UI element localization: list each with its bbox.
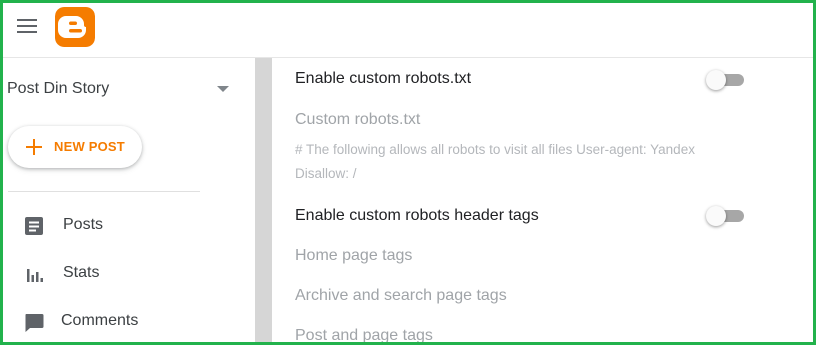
blog-selector[interactable]: Post Din Story (7, 78, 233, 104)
toggle-knob (706, 206, 726, 226)
sidebar-item-label: Stats (63, 264, 100, 281)
sidebar: Post Din Story NEW POST Posts Stats Comm… (3, 58, 255, 342)
top-bar (3, 3, 813, 58)
sidebar-item-comments[interactable]: Comments (3, 301, 253, 341)
new-post-button[interactable]: NEW POST (8, 126, 142, 168)
dropdown-caret-icon (217, 86, 229, 92)
sidebar-item-stats[interactable]: Stats (3, 253, 253, 293)
custom-robots-value-line: # The following allows all robots to vis… (295, 142, 695, 157)
blog-name: Post Din Story (7, 80, 110, 97)
sidebar-item-label: Comments (61, 312, 139, 329)
robots-header-toggle[interactable] (706, 205, 744, 226)
sidebar-scrollbar[interactable] (255, 58, 272, 342)
custom-robots-toggle[interactable] (706, 69, 744, 90)
stats-icon (27, 269, 43, 282)
custom-robots-value-line: Disallow: / (295, 166, 357, 181)
plus-icon (26, 139, 42, 155)
toggle-knob (706, 70, 726, 90)
sidebar-item-posts[interactable]: Posts (3, 205, 253, 245)
archive-search-page-tags[interactable]: Archive and search page tags (295, 287, 507, 305)
home-page-tags[interactable]: Home page tags (295, 247, 412, 265)
posts-icon (25, 217, 43, 235)
sidebar-divider (8, 191, 200, 192)
blogger-logo-icon[interactable] (55, 7, 95, 47)
sidebar-item-label: Posts (63, 216, 104, 233)
post-page-tags[interactable]: Post and page tags (295, 327, 433, 342)
settings-panel: Enable custom robots.txt Custom robots.t… (272, 58, 813, 342)
new-post-label: NEW POST (54, 139, 125, 154)
custom-robots-value[interactable]: # The following allows all robots to vis… (295, 138, 735, 186)
robots-header-toggle-label: Enable custom robots header tags (295, 207, 539, 224)
hamburger-menu-icon[interactable] (17, 17, 39, 35)
app-frame: Post Din Story NEW POST Posts Stats Comm… (0, 0, 816, 345)
custom-robots-label[interactable]: Custom robots.txt (295, 111, 420, 129)
comments-icon (25, 314, 44, 332)
custom-robots-toggle-label: Enable custom robots.txt (295, 70, 472, 87)
